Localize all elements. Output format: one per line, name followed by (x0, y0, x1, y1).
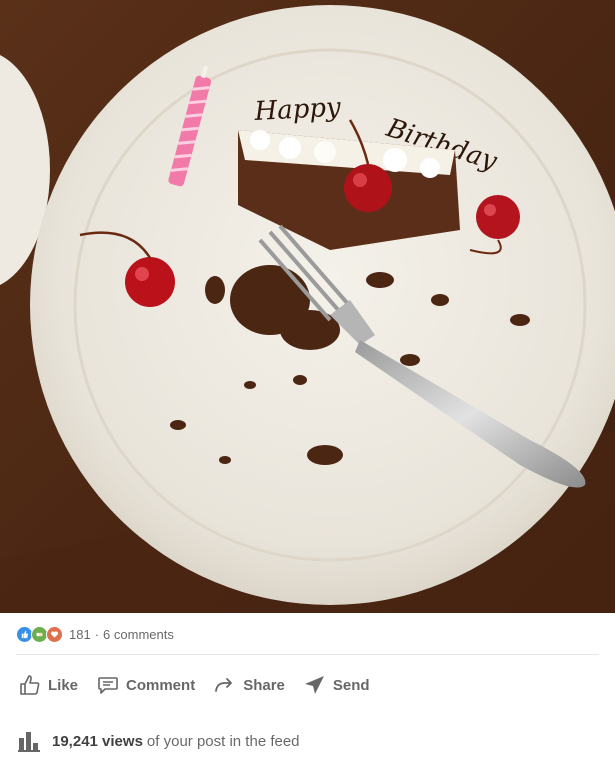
send-icon (304, 676, 324, 694)
thumbs-up-icon (20, 675, 40, 695)
send-label: Send (332, 676, 370, 694)
bar-chart-icon (18, 732, 40, 752)
like-label: Like (48, 676, 79, 694)
like-button[interactable]: Like (12, 667, 84, 703)
svg-text:Happy: Happy (253, 93, 342, 128)
share-label: Share (243, 676, 285, 694)
post-analytics[interactable]: 19,241 views of your post in the feed (0, 715, 615, 767)
reaction-count[interactable]: 181 (69, 627, 91, 642)
comment-label: Comment (126, 676, 196, 694)
share-icon (215, 678, 233, 692)
reaction-icons[interactable] (16, 625, 63, 643)
post-actions: Like Comment Share Send (0, 655, 615, 715)
cake-photo: Happy Birthday (0, 0, 615, 613)
comment-count-link[interactable]: 6 comments (103, 627, 174, 642)
love-icon (46, 625, 63, 643)
social-counts: 181 · 6 comments (0, 613, 615, 655)
share-button[interactable]: Share (207, 667, 291, 703)
views-suffix: of your post in the feed (146, 732, 300, 750)
comment-button[interactable]: Comment (90, 667, 201, 703)
post-image[interactable]: Happy Birthday (0, 0, 615, 613)
send-button[interactable]: Send (297, 667, 376, 703)
separator-dot: · (94, 626, 100, 642)
comment-icon (98, 677, 118, 694)
views-count: 19,241 views (52, 732, 143, 750)
divider (16, 654, 599, 655)
